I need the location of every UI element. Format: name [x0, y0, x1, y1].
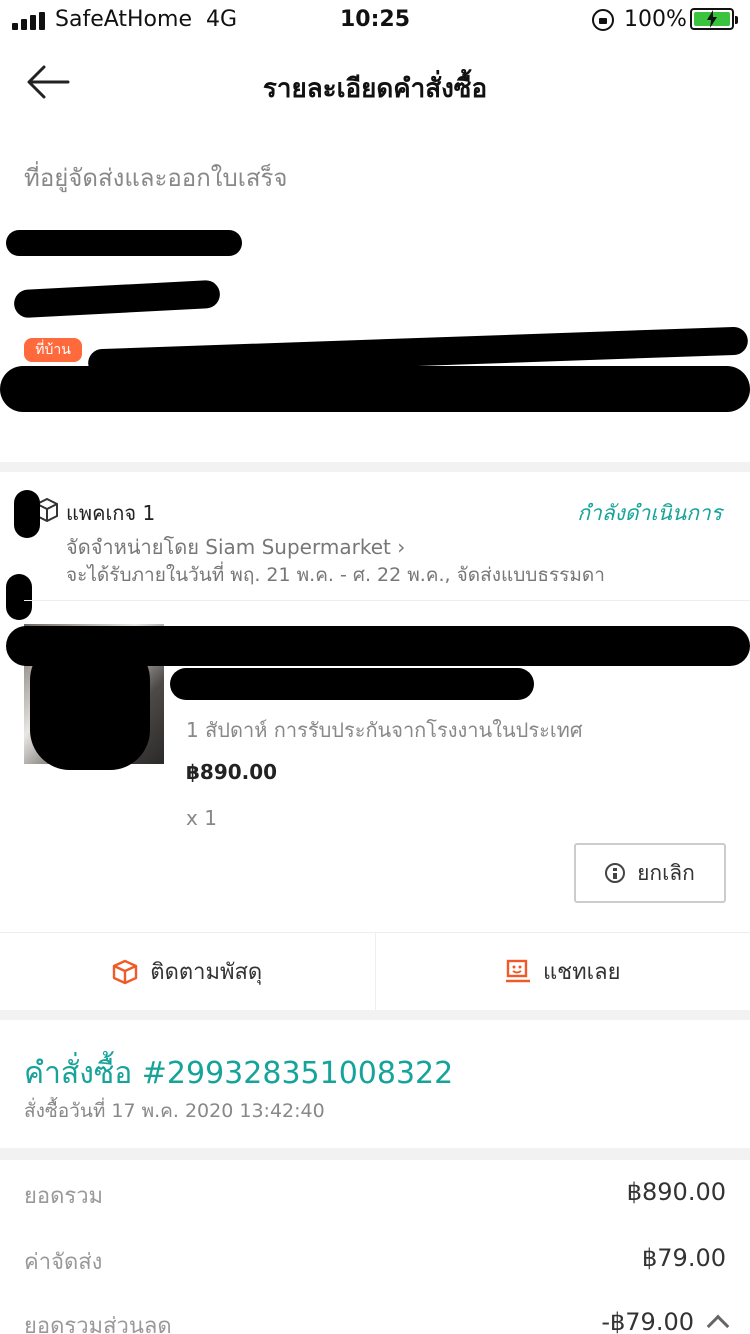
chevron-up-icon[interactable] — [706, 1314, 730, 1334]
summary-shipping-row: ค่าจัดส่ง ฿79.00 — [24, 1244, 726, 1279]
redacted-mark-2 — [6, 574, 32, 620]
subtotal-label: ยอดรวม — [24, 1184, 104, 1209]
discount-value-wrap: -฿79.00 — [601, 1308, 730, 1334]
subtotal-value: ฿890.00 — [626, 1178, 726, 1206]
redacted-address-line-2 — [0, 366, 750, 412]
page-title: รายละเอียดคำสั่งซื้อ — [262, 74, 488, 104]
redacted-name — [6, 230, 242, 256]
redacted-mark — [14, 490, 40, 538]
shipping-value: ฿79.00 — [642, 1244, 726, 1272]
seller-link[interactable]: จัดจำหน่ายโดย Siam Supermarket › — [66, 531, 405, 563]
package-actions: ติดตามพัสดุ แชทเลย — [0, 932, 750, 1010]
discount-value: -฿79.00 — [601, 1308, 694, 1334]
item-quantity: x 1 — [186, 806, 217, 830]
battery-percent: 100% — [624, 7, 687, 32]
status-bar: SafeAtHome 4G 10:25 100% — [0, 0, 750, 40]
tracking-box-icon — [113, 959, 138, 984]
track-package-button[interactable]: ติดตามพัสดุ — [0, 933, 375, 1010]
chat-label: แชทเลย — [542, 960, 621, 985]
package-title: แพคเกจ 1 — [66, 501, 156, 525]
redacted-product-title — [6, 626, 750, 666]
chat-button[interactable]: แชทเลย — [374, 933, 750, 1010]
section-divider — [0, 462, 750, 472]
chevron-right-icon: › — [397, 535, 406, 559]
chat-icon — [505, 959, 530, 982]
seller-label: จัดจำหน่ายโดย Siam Supermarket — [66, 535, 391, 559]
redacted-phone — [13, 279, 221, 319]
address-section-label: ที่อยู่จัดส่งและออกใบเสร็จ — [24, 164, 288, 192]
rotation-lock-icon — [592, 9, 614, 31]
item-price: ฿890.00 — [186, 760, 278, 784]
redacted-product-title-2 — [170, 668, 534, 700]
charging-icon — [707, 10, 717, 28]
shipping-label: ค่าจัดส่ง — [24, 1250, 103, 1275]
row-divider — [24, 600, 750, 601]
cancel-label: ยกเลิก — [637, 860, 695, 885]
order-date: สั่งซื้อวันที่ 17 พ.ค. 2020 13:42:40 — [24, 1100, 325, 1122]
section-divider-3 — [0, 1148, 750, 1160]
summary-discount-row[interactable]: ยอดรวมส่วนลด -฿79.00 — [24, 1308, 730, 1334]
home-badge: ที่บ้าน — [24, 338, 82, 362]
package-status: กำลังดำเนินการ — [577, 501, 722, 525]
track-label: ติดตามพัสดุ — [150, 960, 263, 985]
section-divider-2 — [0, 1010, 750, 1020]
info-icon — [605, 863, 626, 883]
warranty-text: 1 สัปดาห์ การรับประกันจากโรงงานในประเทศ — [186, 718, 583, 742]
discount-label: ยอดรวมส่วนลด — [24, 1314, 172, 1334]
summary-subtotal-row: ยอดรวม ฿890.00 — [24, 1178, 726, 1213]
delivery-estimate: จะได้รับภายในวันที่ พฤ. 21 พ.ค. - ศ. 22 … — [66, 564, 605, 586]
order-number: คำสั่งซื้อ #299328351008322 — [24, 1056, 454, 1091]
cancel-button[interactable]: ยกเลิก — [574, 843, 726, 903]
